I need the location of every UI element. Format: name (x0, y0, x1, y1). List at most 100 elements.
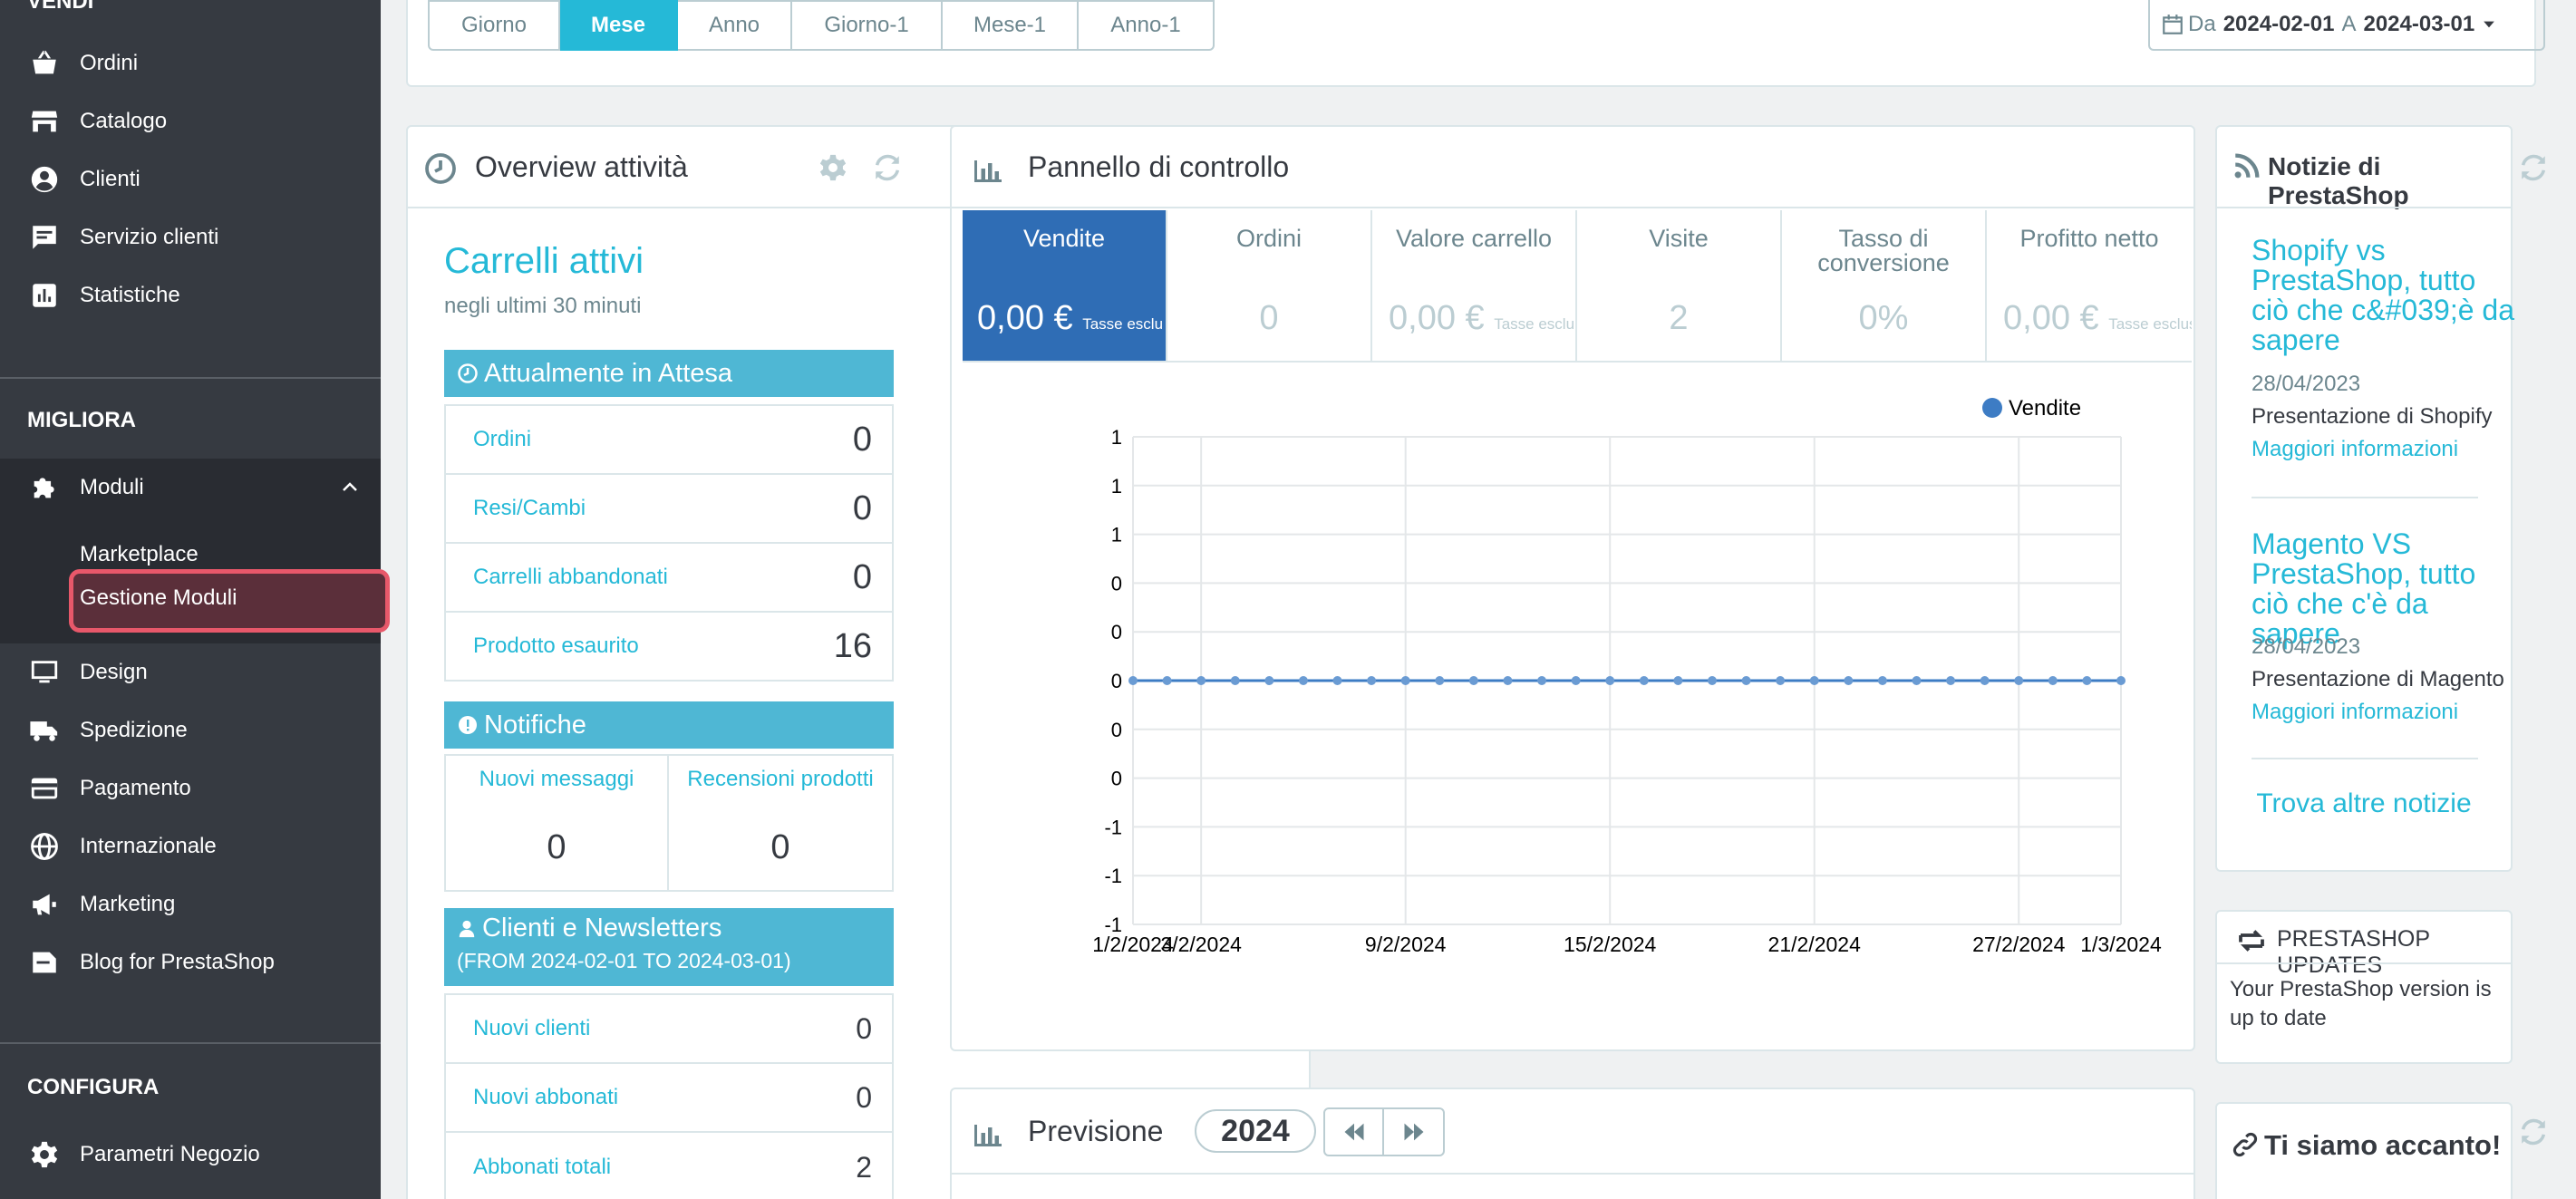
period-month-button[interactable]: Mese (560, 0, 678, 51)
news-item-link[interactable]: Maggiori informazioni (2252, 437, 2458, 462)
data-point (1162, 676, 1172, 685)
sidebar-item-catalog[interactable]: Catalogo (0, 96, 381, 147)
data-point (1809, 676, 1819, 685)
data-point (2048, 676, 2058, 685)
list-item-label: Ordini (473, 427, 532, 451)
customers-title: Clienti e Newsletters (482, 914, 722, 943)
sidebar-divider (0, 1042, 381, 1044)
basket-icon (33, 50, 56, 74)
notification-label: Recensioni prodotti (687, 767, 874, 791)
x-tick-label: 9/2/2024 (1365, 933, 1447, 956)
list-item[interactable]: Carrelli abbandonati 0 (446, 544, 892, 613)
news-item-link[interactable]: Maggiori informazioni (2252, 700, 2458, 725)
settings-gear-icon[interactable] (818, 152, 848, 183)
sidebar-item-modules[interactable]: Moduli (0, 462, 381, 513)
updates-title: PRESTASHOP UPDATES (2277, 926, 2430, 978)
y-tick-label: 0 (1111, 768, 1122, 790)
sidebar-item-design[interactable]: Design (0, 647, 381, 698)
kpi-orders[interactable]: Ordini 0 (1167, 210, 1372, 361)
sidebar-item-blog[interactable]: Blog for PrestaShop (0, 937, 381, 988)
y-tick-label: 0 (1111, 670, 1122, 692)
news-item-title[interactable]: Shopify vs PrestaShop, tutto ciò che c&#… (2252, 236, 2514, 355)
period-prev-day-button[interactable]: Giorno-1 (792, 0, 943, 51)
sidebar-item-marketing[interactable]: Marketing (0, 879, 381, 930)
y-tick-label: 0 (1111, 621, 1122, 643)
sidebar-item-shipping[interactable]: Spedizione (0, 705, 381, 756)
megaphone-icon (33, 894, 56, 915)
kpi-conversion[interactable]: Tasso di conversione 0% (1782, 210, 1987, 361)
sidebar-item-customer-service[interactable]: Servizio clienti (0, 212, 381, 263)
sidebar-item-international[interactable]: Internazionale (0, 821, 381, 872)
legend-marker (1982, 398, 2002, 418)
sidebar-item-label: Spedizione (80, 718, 188, 742)
sidebar-item-orders[interactable]: Ordini (0, 38, 381, 89)
refresh-icon[interactable] (872, 152, 903, 183)
sidebar-sub-module-manager[interactable]: Gestione Moduli (80, 585, 237, 611)
monitor-icon (31, 661, 58, 683)
date-range-picker[interactable]: Da 2024-02-01 A 2024-03-01 (2148, 0, 2545, 51)
kpi-label: Visite (1649, 225, 1709, 252)
list-item-value: 0 (852, 557, 872, 596)
pending-title: Attualmente in Attesa (484, 358, 733, 388)
list-item-value: 0 (852, 488, 872, 527)
year-next-button[interactable] (1384, 1109, 1443, 1155)
exchange-icon (2239, 930, 2264, 952)
list-item[interactable]: Abbonati totali 2 (446, 1133, 892, 1199)
kpi-value: 2 (1669, 299, 1689, 337)
data-point (1264, 676, 1274, 685)
main-content: Giorno Mese Anno Giorno-1 Mese-1 Anno-1 … (381, 0, 2576, 1199)
kpi-visits[interactable]: Visite 2 (1577, 210, 1782, 361)
customers-list: Nuovi clienti 0 Nuovi abbonati 0 Abbonati … (444, 993, 894, 1199)
kpi-label: Vendite (1022, 225, 1106, 252)
kpi-cart-value[interactable]: Valore carrello 0,00 € Tasse esclu (1372, 210, 1577, 361)
x-tick-label: 1/3/2024 (2080, 933, 2162, 956)
list-item[interactable]: Ordini 0 (446, 406, 892, 475)
sidebar-item-payment[interactable]: Pagamento (0, 763, 381, 814)
data-point (1877, 676, 1887, 685)
sidebar-item-customers[interactable]: Clienti (0, 154, 381, 205)
refresh-icon[interactable] (2518, 152, 2549, 183)
panel-divider (2217, 962, 2511, 964)
year-prev-button[interactable] (1325, 1109, 1385, 1155)
refresh-icon[interactable] (2518, 1117, 2549, 1147)
active-carts-subtitle: negli ultimi 30 minuti (444, 294, 642, 318)
notification-label: Nuovi messaggi (479, 767, 634, 791)
data-point (1707, 676, 1717, 685)
customers-title-row: Clienti e Newsletters (457, 914, 894, 943)
blog-icon (33, 952, 56, 973)
kpi-value-row: 0,00 € Tasse esclu (1372, 299, 1575, 338)
list-item[interactable]: Nuovi abbonati 0 (446, 1064, 892, 1133)
data-point (1980, 676, 1990, 685)
list-item[interactable]: Nuovi clienti 0 (446, 995, 892, 1064)
period-prev-month-button[interactable]: Mese-1 (943, 0, 1079, 51)
period-prev-year-button[interactable]: Anno-1 (1079, 0, 1215, 51)
active-carts-label[interactable]: Carrelli attivi (444, 241, 644, 282)
nearby-panel: Ti siamo accanto! (2215, 1102, 2513, 1199)
kpi-sales[interactable]: Vendite 0,00 € Tasse esclu (963, 210, 1167, 361)
period-year-button[interactable]: Anno (678, 0, 792, 51)
list-item-value: 0 (856, 1011, 872, 1045)
list-item-value: 0 (852, 420, 872, 459)
news-divider (2252, 758, 2478, 759)
news-item-title[interactable]: Magento VS PrestaShop, tutto ciò che c'è… (2252, 529, 2514, 649)
sidebar-item-shop-parameters[interactable]: Parametri Negozio (0, 1129, 381, 1180)
sidebar-sub-marketplace[interactable]: Marketplace (80, 542, 199, 567)
sidebar-item-label: Ordini (80, 51, 139, 75)
data-point (1673, 676, 1683, 685)
list-item-label: Nuovi abbonati (473, 1085, 619, 1109)
customers-header: Clienti e Newsletters (FROM 2024-02-01 T… (444, 908, 894, 986)
list-item[interactable]: Resi/Cambi 0 (446, 475, 892, 544)
sidebar-item-stats[interactable]: Statistiche (0, 270, 381, 321)
more-news-link[interactable]: Trova altre notizie (2217, 788, 2511, 819)
list-item-value: 2 (856, 1150, 872, 1184)
data-point (1196, 676, 1206, 685)
exclamation-icon (459, 716, 477, 734)
notification-cell[interactable]: Nuovi messaggi 0 (446, 756, 669, 890)
nearby-title: Ti siamo accanto! (2264, 1129, 2502, 1161)
list-item[interactable]: Prodotto esaurito 16 (446, 613, 892, 680)
list-item-label: Prodotto esaurito (473, 633, 639, 658)
kpi-net-profit[interactable]: Profitto netto 0,00 € Tasse escluse (1987, 210, 2192, 361)
chevron-up-icon[interactable] (339, 477, 361, 498)
period-day-button[interactable]: Giorno (428, 0, 560, 51)
notification-cell[interactable]: Recensioni prodotti 0 (669, 756, 892, 890)
